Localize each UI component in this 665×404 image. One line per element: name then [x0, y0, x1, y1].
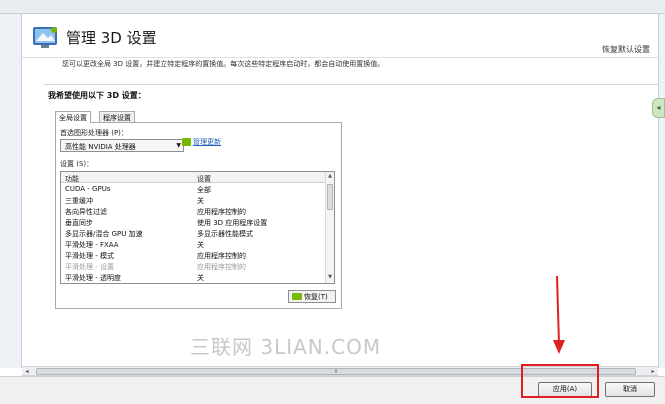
row-feature: 平滑处理 - 模式: [65, 252, 114, 260]
scroll-down-arrow-icon[interactable]: ▼: [326, 274, 334, 282]
row-setting: 使用 3D 应用程序设置: [197, 219, 268, 227]
row-setting: 多显示器性能模式: [197, 230, 253, 238]
row-setting: 应用程序控制的: [197, 263, 246, 271]
settings-grid: 功能 设置 CUDA - GPUs 全部 三重缓冲 关 各向异性过滤 应用程序控…: [60, 171, 335, 284]
scroll-up-arrow-icon[interactable]: ▲: [326, 173, 334, 181]
table-row[interactable]: CUDA - GPUs 全部: [61, 184, 325, 195]
row-feature: 多显示器/混合 GPU 加速: [65, 230, 143, 238]
tab-program-settings[interactable]: 程序设置: [99, 111, 135, 122]
table-row[interactable]: 平滑处理 - FXAA 关: [61, 239, 325, 250]
preferred-gpu-select[interactable]: 高性能 NVIDIA 处理器 ▼: [60, 139, 184, 152]
restore-button-label: 恢复(T): [304, 292, 328, 301]
global-settings-tab-content: 首选图形处理器 (P)： 高性能 NVIDIA 处理器 ▼ 管理更新 设置 (S…: [55, 122, 342, 309]
row-feature: 平滑处理 - FXAA: [65, 241, 119, 249]
preferred-gpu-label: 首选图形处理器 (P)：: [60, 129, 128, 137]
scrollbar-thumb[interactable]: [327, 184, 333, 210]
row-feature: 垂直同步: [65, 219, 93, 227]
manage-updates-link[interactable]: 管理更新: [182, 137, 221, 147]
row-setting: 全部: [197, 186, 211, 194]
scroll-left-arrow-icon[interactable]: ◂: [22, 367, 32, 376]
table-row[interactable]: 多显示器/混合 GPU 加速 多显示器性能模式: [61, 228, 325, 239]
annotation-highlight-box: [521, 364, 599, 398]
table-row[interactable]: 平滑处理 - 设置 应用程序控制的: [61, 261, 325, 272]
table-row[interactable]: 各向异性过滤 应用程序控制的: [61, 206, 325, 217]
settings-list-label: 设置 (S)：: [60, 160, 94, 168]
chevron-down-icon: ▼: [176, 142, 181, 149]
settings-grid-header: 功能 设置: [61, 172, 325, 183]
nvidia-3d-settings-icon: [33, 27, 57, 48]
manage-updates-label: 管理更新: [193, 138, 221, 146]
row-feature: 三重缓冲: [65, 197, 93, 205]
row-setting: 应用程序控制的: [197, 208, 246, 216]
column-header-setting: 设置: [197, 175, 211, 183]
row-feature: 平滑处理 - 透明度: [65, 274, 121, 282]
row-setting: 关: [197, 197, 204, 205]
restore-button[interactable]: 恢复(T): [288, 290, 336, 303]
nvidia-logo-icon: [292, 293, 302, 300]
row-feature: 平滑处理 - 设置: [65, 263, 114, 271]
cancel-button[interactable]: 取消: [605, 382, 655, 397]
right-edge-pane: [658, 14, 665, 368]
watermark: 三联网 3LIAN.COM: [190, 335, 382, 359]
table-row[interactable]: 平滑处理 - 模式 应用程序控制的: [61, 250, 325, 261]
row-feature: CUDA - GPUs: [65, 185, 111, 193]
page-description: 您可以更改全局 3D 设置，并建立特定程序的置换值。每次这些特定程序启动时，都会…: [62, 60, 385, 68]
tab-global-settings[interactable]: 全局设置: [55, 111, 91, 123]
page-header: 管理 3D 设置 恢复默认设置: [22, 14, 660, 58]
side-panel-toggle-icon[interactable]: ◂: [652, 98, 665, 118]
page-title: 管理 3D 设置: [66, 29, 157, 47]
left-navigation-pane: [0, 14, 22, 368]
preferred-gpu-value: 高性能 NVIDIA 处理器: [65, 143, 136, 151]
panel-title: 我希望使用以下 3D 设置：: [48, 91, 146, 100]
nvidia-logo-icon: [182, 138, 191, 146]
column-header-feature: 功能: [65, 175, 79, 183]
table-row[interactable]: 平滑处理 - 透明度 关: [61, 272, 325, 283]
row-setting: 应用程序控制的: [197, 252, 246, 260]
row-setting: 关: [197, 241, 204, 249]
row-setting: 关: [197, 274, 204, 282]
scroll-right-arrow-icon[interactable]: ▸: [648, 367, 658, 376]
table-row[interactable]: 三重缓冲 关: [61, 195, 325, 206]
top-strip: [0, 0, 665, 14]
annotation-arrow-icon: [553, 276, 565, 354]
restore-defaults-link[interactable]: 恢复默认设置: [602, 44, 650, 55]
settings-grid-scrollbar[interactable]: ▲ ▼: [325, 172, 334, 283]
row-feature: 各向异性过滤: [65, 208, 107, 216]
nvidia-control-panel-window: 管理 3D 设置 恢复默认设置 您可以更改全局 3D 设置，并建立特定程序的置换…: [0, 0, 665, 404]
table-row[interactable]: 垂直同步 使用 3D 应用程序设置: [61, 217, 325, 228]
